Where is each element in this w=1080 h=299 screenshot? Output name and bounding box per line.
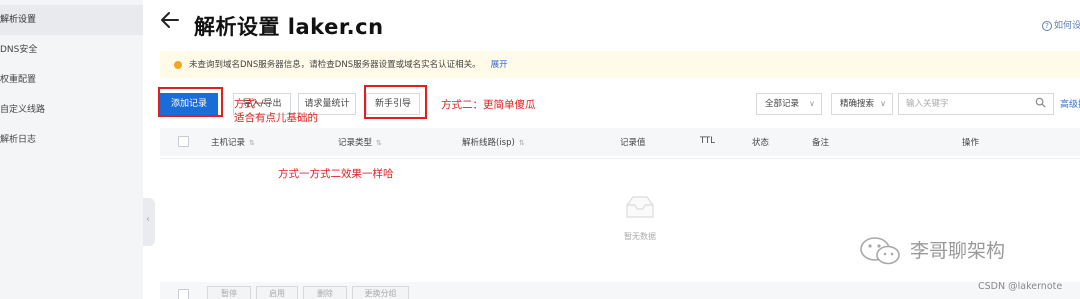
chevron-down-icon: ∨ [880,99,886,108]
sort-icon: ⇅ [249,139,255,147]
empty-state: 暂无数据 [612,189,668,249]
chevron-left-icon: ‹ [146,214,150,225]
sidebar-item-custom-line[interactable]: 自定义线路 [0,95,143,125]
column-host-record[interactable]: 主机记录 ⇅ [211,136,255,148]
empty-box-icon [626,196,654,218]
warning-dot-icon [174,61,182,69]
column-record-type[interactable]: 记录类型 ⇅ [338,136,382,148]
notice-message: 未查询到域名DNS服务器信息，请检查DNS服务器设置或域名实名认证相关。 [189,60,481,70]
select-value: 精确搜索 [840,99,875,109]
column-label: 记录类型 [338,138,373,148]
help-link[interactable]: ? 如何设 [1042,18,1080,31]
chevron-down-icon: ∨ [809,99,815,108]
annotation-same-effect: 方式一方式二效果一样哈 [278,168,394,180]
notice-banner: 未查询到域名DNS服务器信息，请检查DNS服务器设置或域名实名认证相关。 展开 [160,51,1080,78]
annotation-box-add-record [158,87,223,117]
empty-text: 暂无数据 [624,232,656,241]
question-icon: ? [1042,21,1052,31]
column-ttl: TTL [700,136,715,146]
sidebar-item-label: DNS安全 [0,45,38,55]
sidebar-item-dns-security[interactable]: DNS安全 [0,35,143,65]
column-isp-line[interactable]: 解析线路(isp) ⇅ [462,136,525,148]
annotation-method-one-note: 适合有点儿基础的 [234,112,318,124]
sidebar-item-dns-settings[interactable]: 解析设置 [0,5,143,35]
sidebar-collapse-handle[interactable]: ‹ [143,198,155,246]
delete-button[interactable]: 删除 [303,286,347,299]
sidebar: 解析设置 DNS安全 权重配置 自定义线路 解析日志 [0,0,143,299]
sidebar-item-label: 自定义线路 [0,105,46,115]
exact-search-select[interactable]: 精确搜索 ∨ [831,93,893,115]
change-group-button[interactable]: 更换分组 [352,286,409,299]
column-status: 状态 [752,138,770,148]
search-placeholder: 输入关键字 [906,99,949,109]
help-label: 如何设 [1054,21,1080,31]
sort-icon: ⇅ [376,139,382,147]
pause-button[interactable]: 暂停 [207,286,251,299]
batch-action-bar [160,282,1080,299]
enable-button[interactable]: 启用 [256,286,298,299]
column-actions: 操作 [962,138,980,148]
select-all-checkbox[interactable] [178,136,189,147]
sidebar-item-label: 解析日志 [0,135,37,145]
notice-text: 未查询到域名DNS服务器信息，请检查DNS服务器设置或域名实名认证相关。 展开 [189,58,508,70]
search-icon[interactable] [1035,97,1046,108]
divider [160,158,1080,159]
annotation-method-one: 方式一 [234,98,266,110]
advanced-search-link[interactable]: 高级搜 [1060,97,1080,110]
page-title: 解析设置 laker.cn [194,15,384,39]
all-records-select[interactable]: 全部记录 ∨ [756,93,822,115]
annotation-method-two: 方式二：更简单傻瓜 [441,99,536,111]
search-input[interactable]: 输入关键字 [898,93,1054,115]
column-label: 主机记录 [211,138,246,148]
back-arrow-icon[interactable] [160,10,180,35]
column-remark: 备注 [812,138,830,148]
sidebar-item-label: 权重配置 [0,75,37,85]
watermark-text: 李哥聊架构 [910,240,1006,262]
select-value: 全部记录 [765,99,800,109]
sidebar-item-weight-config[interactable]: 权重配置 [0,65,143,95]
sidebar-item-label: 解析设置 [0,15,37,25]
sort-icon: ⇅ [518,139,525,147]
sidebar-item-dns-log[interactable]: 解析日志 [0,125,143,155]
annotation-box-guide [364,85,427,119]
column-label: 解析线路(isp) [462,138,515,148]
notice-expand-link[interactable]: 展开 [491,60,508,70]
column-record-value: 记录值 [620,138,646,148]
wechat-logo-icon [860,237,900,265]
batch-select-checkbox[interactable] [178,289,189,299]
table-header: 主机记录 ⇅ 记录类型 ⇅ 解析线路(isp) ⇅ 记录值 TTL 状态 备注 操作 [160,128,1080,156]
csdn-credit: CSDN @lakernote [978,281,1063,292]
